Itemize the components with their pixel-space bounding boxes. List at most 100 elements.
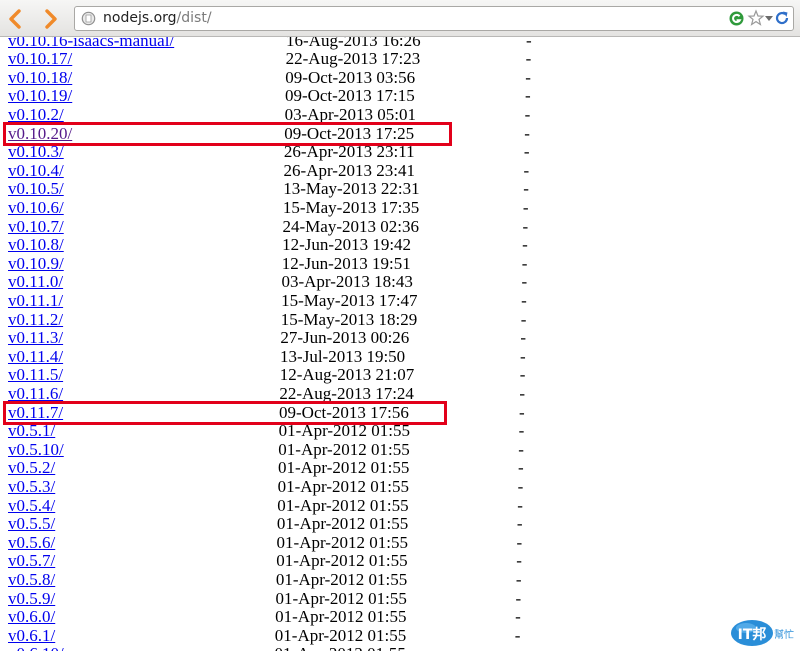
listing-row: v0.5.7/01-Apr-2012 01:55 -: [0, 552, 800, 571]
version-link[interactable]: v0.5.10/: [8, 440, 64, 460]
ithome-watermark-logo: IT邦 幫忙: [730, 616, 796, 648]
version-link[interactable]: v0.10.3/: [8, 142, 64, 162]
version-link[interactable]: v0.10.17/: [8, 49, 72, 69]
file-size: -: [520, 346, 526, 366]
address-bar[interactable]: nodejs.org/dist/: [74, 6, 794, 31]
file-size: -: [523, 179, 529, 199]
listing-row: v0.5.5/01-Apr-2012 01:55 -: [0, 514, 800, 534]
listing-row: v0.5.3/01-Apr-2012 01:55 -: [0, 476, 800, 497]
version-link[interactable]: v0.11.4/: [8, 347, 63, 367]
file-size: -: [524, 104, 531, 124]
file-size: -: [525, 67, 531, 87]
modified-date: 01-Apr-2012 01:55: [274, 645, 405, 651]
modified-date: 12-Jun-2013 19:42: [282, 235, 412, 255]
file-size: -: [518, 439, 524, 459]
bookmark-star-icon[interactable]: [747, 9, 765, 27]
file-size: -: [522, 197, 529, 217]
modified-date: 26-Apr-2013 23:11: [283, 142, 415, 162]
version-link[interactable]: v0.11.5/: [8, 366, 63, 385]
version-link[interactable]: v0.5.5/: [8, 514, 55, 534]
modified-date: 15-May-2013 18:29: [280, 309, 418, 329]
listing-row: v0.5.6/01-Apr-2012 01:55 -: [0, 533, 800, 553]
file-size: -: [522, 216, 529, 236]
version-link[interactable]: v0.10.7/: [8, 217, 64, 237]
file-size: -: [520, 309, 527, 329]
file-size: -: [515, 569, 522, 589]
version-link[interactable]: v0.10.4/: [8, 161, 64, 181]
modified-date: 13-May-2013 22:31: [283, 179, 420, 199]
listing-row: v0.6.0/01-Apr-2012 01:55 -: [0, 607, 800, 627]
version-link[interactable]: v0.10.19/: [8, 87, 72, 106]
file-size: -: [518, 421, 525, 441]
version-link[interactable]: v0.10.8/: [8, 235, 64, 255]
version-link[interactable]: v0.6.1/: [8, 626, 55, 646]
version-link[interactable]: v0.5.2/: [8, 459, 55, 478]
modified-date: 01-Apr-2012 01:55: [275, 588, 407, 608]
modified-date: 01-Apr-2012 01:55: [277, 495, 409, 515]
file-size: -: [525, 49, 532, 69]
listing-row: v0.10.19/09-Oct-2013 17:15 -: [0, 87, 800, 106]
listing-row: v0.6.1/01-Apr-2012 01:55 -: [0, 626, 800, 646]
version-link[interactable]: v0.5.4/: [8, 496, 55, 516]
version-link[interactable]: v0.5.1/: [8, 421, 55, 441]
modified-date: 09-Oct-2013 17:15: [284, 86, 415, 106]
back-button[interactable]: [4, 8, 26, 30]
listing-row: v0.11.0/03-Apr-2013 18:43 -: [0, 273, 800, 292]
listing-row: v0.10.7/24-May-2013 02:36 -: [0, 216, 800, 237]
version-link[interactable]: v0.10.18/: [8, 68, 72, 88]
modified-date: 15-May-2013 17:47: [281, 290, 418, 310]
modified-date: 01-Apr-2012 01:55: [275, 569, 408, 589]
version-link[interactable]: v0.6.10/: [8, 645, 64, 651]
modified-date: 01-Apr-2012 01:55: [275, 607, 407, 627]
extension-icon[interactable]: [728, 10, 745, 27]
url-path: /dist/: [176, 10, 212, 26]
version-link[interactable]: v0.10.6/: [8, 198, 64, 218]
version-link[interactable]: v0.5.9/: [8, 589, 55, 609]
version-link[interactable]: v0.6.0/: [8, 607, 55, 627]
file-size: -: [517, 476, 524, 496]
modified-date: 01-Apr-2012 01:55: [278, 439, 410, 459]
forward-button[interactable]: [40, 8, 62, 30]
modified-date: 01-Apr-2012 01:55: [278, 421, 411, 441]
version-link[interactable]: v0.11.1/: [8, 291, 63, 311]
version-link[interactable]: v0.11.3/: [8, 328, 63, 348]
file-size: -: [524, 86, 531, 106]
version-link[interactable]: v0.10.5/: [8, 180, 64, 199]
forward-arrow-icon: [45, 9, 57, 29]
listing-row: v0.11.4/13-Jul-2013 19:50 -: [0, 346, 800, 367]
file-size: -: [520, 328, 527, 348]
listing-row: v0.10.17/22-Aug-2013 17:23 -: [0, 49, 800, 69]
version-link[interactable]: v0.5.6/: [8, 533, 55, 553]
file-size: -: [524, 123, 530, 143]
version-link[interactable]: v0.5.7/: [8, 552, 55, 571]
file-size: -: [519, 365, 526, 385]
file-size: -: [522, 235, 528, 255]
dropdown-arrow-icon[interactable]: [765, 15, 773, 23]
listing-row: v0.10.4/26-Apr-2013 23:41 -: [0, 161, 800, 181]
url-text[interactable]: nodejs.org/dist/: [103, 10, 212, 26]
listing-row: v0.5.1/01-Apr-2012 01:55 -: [0, 421, 800, 441]
listing-row: v0.5.10/01-Apr-2012 01:55 -: [0, 439, 800, 460]
modified-date: 01-Apr-2012 01:55: [277, 476, 409, 496]
file-size: -: [523, 142, 530, 162]
modified-date: 27-Jun-2013 00:26: [280, 328, 410, 348]
file-size: -: [516, 514, 523, 534]
listing-row: v0.6.10/01-Apr-2012 01:55 -: [0, 645, 800, 651]
file-size: -: [515, 607, 521, 627]
version-link[interactable]: v0.11.2/: [8, 310, 63, 330]
version-link[interactable]: v0.10.9/: [8, 254, 64, 274]
back-arrow-icon: [9, 9, 21, 29]
file-size: -: [519, 383, 526, 403]
file-size: -: [521, 290, 527, 310]
modified-date: 01-Apr-2012 01:55: [276, 514, 409, 534]
modified-date: 22-Aug-2013 17:23: [285, 49, 421, 69]
reload-icon[interactable]: [773, 9, 791, 27]
modified-date: 03-Apr-2013 18:43: [281, 272, 413, 292]
directory-listing: v0.10.16-isaacs-manual/16-Aug-2013 16:26…: [0, 37, 800, 651]
version-link[interactable]: v0.5.3/: [8, 477, 55, 497]
watermark-main-text: IT邦: [738, 626, 767, 643]
version-link[interactable]: v0.5.8/: [8, 570, 55, 590]
modified-date: 24-May-2013 02:36: [282, 216, 419, 236]
version-link[interactable]: v0.11.0/: [8, 273, 63, 292]
modified-date: 01-Apr-2012 01:55: [276, 551, 408, 571]
